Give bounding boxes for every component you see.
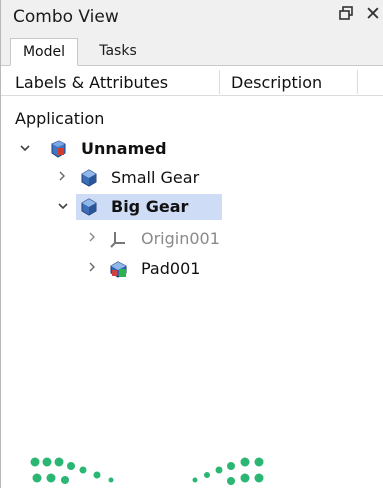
tab-model-label: Model — [22, 44, 66, 60]
dot — [192, 477, 198, 483]
body-icon — [80, 169, 98, 187]
chevron-right-icon[interactable] — [87, 226, 97, 252]
tree-item-label: Big Gear — [111, 197, 189, 216]
document-icon — [49, 140, 67, 158]
dot — [215, 466, 223, 474]
close-icon[interactable]: ✕ — [365, 3, 381, 25]
tab-bar: Model Tasks — [1, 34, 383, 66]
dot — [254, 473, 264, 483]
tree-item-label: Small Gear — [111, 168, 200, 187]
combo-view-panel: Combo View ✕ Model Tasks Labels & Attrib… — [0, 0, 383, 488]
dot — [61, 476, 69, 484]
column-description[interactable]: Description — [231, 73, 322, 92]
tree-item-unnamed[interactable]: Unnamed — [1, 136, 383, 162]
dot — [240, 473, 250, 483]
dot-cluster-right — [192, 457, 264, 485]
tab-tasks-label: Tasks — [99, 43, 137, 59]
tree-header: Labels & Attributes Description — [1, 66, 383, 96]
pad-feature-icon — [109, 260, 127, 278]
dot — [30, 457, 40, 467]
column-divider[interactable] — [219, 70, 220, 94]
dot — [227, 477, 235, 485]
chevron-right-icon[interactable] — [87, 256, 97, 282]
dot — [93, 471, 101, 479]
dot — [204, 472, 210, 478]
tree-item-big-gear[interactable]: Big Gear — [1, 194, 383, 220]
column-divider[interactable] — [357, 70, 358, 94]
chevron-right-icon[interactable] — [57, 165, 67, 191]
dot — [227, 462, 235, 470]
column-labels-attributes[interactable]: Labels & Attributes — [15, 73, 168, 92]
tree-item-pad001[interactable]: Pad001 — [1, 256, 383, 282]
section-label: Application — [15, 109, 105, 128]
tree-item-label: Pad001 — [141, 259, 201, 278]
body-icon — [80, 198, 98, 216]
decorative-dots — [30, 457, 264, 485]
dot — [42, 457, 52, 467]
tree-item-label: Unnamed — [81, 139, 167, 158]
chevron-down-icon[interactable] — [19, 136, 31, 162]
panel-title: Combo View — [13, 7, 119, 27]
dot — [79, 466, 87, 474]
chevron-down-icon[interactable] — [57, 194, 69, 220]
dot — [54, 457, 64, 467]
dot — [108, 477, 114, 483]
dot — [67, 462, 75, 470]
origin-axis-icon — [109, 230, 127, 248]
tree-item-origin001[interactable]: Origin001 — [1, 226, 383, 252]
tree-item-small-gear[interactable]: Small Gear — [1, 165, 383, 191]
dot — [254, 457, 264, 467]
tab-tasks[interactable]: Tasks — [83, 38, 153, 66]
dot — [46, 473, 56, 483]
tree-item-label: Origin001 — [141, 229, 220, 248]
tab-model[interactable]: Model — [10, 38, 78, 66]
title-bar: Combo View ✕ — [1, 0, 383, 34]
float-window-icon[interactable] — [339, 6, 355, 24]
dot — [32, 473, 42, 483]
dot-cluster-left — [30, 457, 114, 484]
dot — [240, 457, 250, 467]
